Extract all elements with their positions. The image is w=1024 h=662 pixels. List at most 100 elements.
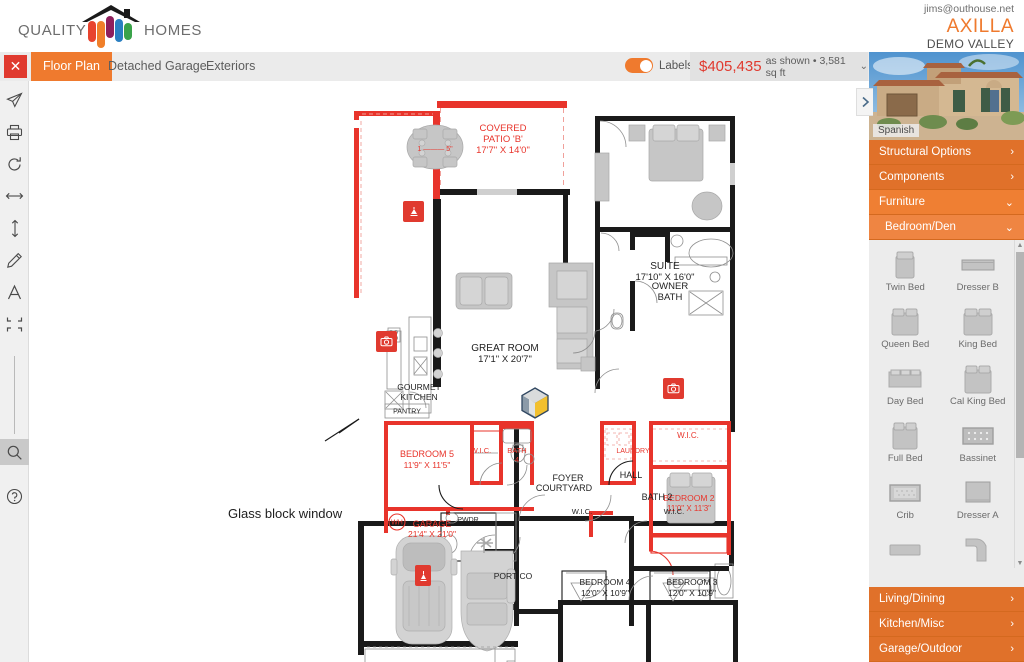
zoom-slider[interactable] (0, 351, 29, 439)
labels-toggle[interactable] (625, 58, 653, 73)
accordion-furniture[interactable]: Furniture ⌄ (869, 190, 1024, 215)
furniture-item-label: Bassinet (959, 453, 996, 464)
svg-text:4: 4 (515, 455, 519, 464)
furniture-item-bassinet[interactable]: Bassinet (942, 419, 1015, 476)
accordion-structural-options[interactable]: Structural Options › (869, 140, 1024, 165)
left-toolbar (0, 81, 29, 662)
svg-text:OWNER: OWNER (652, 281, 689, 292)
price-value: $405,435 (699, 58, 762, 75)
king-bed-thumb (962, 305, 994, 339)
svg-text:COURTYARD: COURTYARD (536, 483, 593, 493)
pencil-icon[interactable] (0, 247, 29, 273)
furniture-item-label: King Bed (958, 339, 998, 350)
furniture-item-twin-bed[interactable]: Twin Bed (869, 248, 942, 305)
bassinet-thumb (962, 419, 994, 453)
furniture-item-cal-king-bed[interactable]: Cal King Bed (942, 362, 1015, 419)
close-button[interactable]: ✕ (4, 55, 27, 78)
furniture-item-label: Full Bed (887, 453, 923, 464)
svg-text:BEDROOM 4: BEDROOM 4 (579, 577, 630, 587)
scroll-up-icon[interactable]: ▲ (1015, 240, 1024, 250)
furniture-grid-container: Twin Bed Dresser B Queen Bed King Bed Da… (869, 240, 1024, 568)
vertical-arrow-icon[interactable] (0, 215, 29, 241)
furniture-item-label: Day Bed (887, 396, 924, 407)
svg-text:GREAT ROOM: GREAT ROOM (471, 343, 538, 354)
furniture-scrollbar[interactable]: ▲ ▼ (1014, 240, 1024, 568)
chevron-down-icon: ⌄ (1004, 196, 1014, 209)
accordion-kitchen-misc[interactable]: Kitchen/Misc › (869, 612, 1024, 637)
furniture-item-label: Crib (896, 510, 914, 521)
magnifier-icon[interactable] (0, 439, 29, 465)
svg-text:17'1" X 20'7": 17'1" X 20'7" (478, 354, 532, 365)
crib-thumb (889, 476, 921, 510)
svg-text:BEDROOM 5: BEDROOM 5 (400, 449, 454, 459)
chevron-down-icon[interactable]: ⌄ (860, 61, 868, 72)
account-community-sub: DEMO VALLEY (926, 37, 1014, 51)
accordion-label: Bedroom/Den (885, 221, 956, 233)
print-icon[interactable] (0, 119, 29, 145)
desk-thumb (889, 533, 921, 567)
accordion-label: Living/Dining (879, 593, 945, 605)
svg-text:17'7" X 14'0": 17'7" X 14'0" (476, 145, 530, 156)
queen-bed-thumb (890, 305, 920, 339)
app-header: QUALITY HOMES jims@outhouse.net AXILLA D… (0, 0, 1024, 52)
tab-exteriors[interactable]: Exteriors (194, 52, 267, 81)
panel-collapse-toggle[interactable] (856, 88, 873, 116)
furniture-item-label: Queen Bed (881, 339, 930, 350)
furniture-item-label: Twin Bed (885, 282, 925, 293)
svg-text:PORTICO: PORTICO (494, 571, 533, 581)
elevation-style-label: Spanish (873, 124, 920, 137)
labels-toggle-label: Labels (659, 59, 693, 72)
chevron-right-icon: › (1010, 593, 1014, 605)
svg-text:PWDR.: PWDR. (457, 517, 480, 524)
account-community-name: AXILLA (946, 16, 1014, 37)
furniture-item-angled-desk[interactable]: Angled Desk (942, 533, 1015, 568)
text-icon[interactable] (0, 279, 29, 305)
dresser-a-thumb (964, 476, 992, 510)
chevron-right-icon: › (1010, 643, 1014, 655)
svg-text:PANTRY: PANTRY (393, 409, 421, 416)
help-icon[interactable] (0, 483, 29, 509)
collapse-icon[interactable] (0, 311, 29, 337)
furniture-item-full-bed[interactable]: Full Bed (869, 419, 942, 476)
scroll-down-icon[interactable]: ▼ (1015, 558, 1024, 568)
kitchen-camera-hotspot[interactable] (376, 331, 397, 352)
day-bed-thumb (888, 362, 922, 396)
furniture-item-crib[interactable]: Crib (869, 476, 942, 533)
3d-cube-icon[interactable] (518, 386, 552, 420)
furniture-item-dresser-a[interactable]: Dresser A (942, 476, 1015, 533)
accordion-garage-outdoor[interactable]: Garage/Outdoor › (869, 637, 1024, 662)
logo-text-homes: HOMES (144, 22, 203, 39)
garage-fixture-hotspot[interactable] (415, 565, 431, 586)
elevation-preview[interactable]: Spanish (869, 52, 1024, 140)
furniture-item-label: Angled Desk (951, 567, 1005, 568)
brand-logo[interactable]: QUALITY HOMES (18, 4, 201, 48)
price-summary[interactable]: $405,435 as shown • 3,581 sq ft ⌄ (690, 52, 868, 81)
horizontal-arrow-icon[interactable] (0, 183, 29, 209)
furniture-item-day-bed[interactable]: Day Bed (869, 362, 942, 419)
accordion-living-dining[interactable]: Living/Dining › (869, 587, 1024, 612)
dresser-b-thumb (961, 248, 995, 282)
scrollbar-thumb[interactable] (1016, 252, 1024, 458)
svg-text:KITCHEN: KITCHEN (400, 392, 437, 402)
annotation-glass-block-window[interactable]: Glass block window (228, 506, 342, 521)
redo-icon[interactable] (0, 151, 29, 177)
accordion-components[interactable]: Components › (869, 165, 1024, 190)
furniture-item-queen-bed[interactable]: Queen Bed (869, 305, 942, 362)
furniture-item-label: Dresser A (956, 510, 999, 521)
accordion-bedroom-den[interactable]: Bedroom/Den ⌄ (869, 215, 1024, 240)
send-icon[interactable] (0, 87, 29, 113)
cal-king-bed-thumb (963, 362, 993, 396)
svg-text:PATIO 'B': PATIO 'B' (483, 134, 523, 145)
svg-text:1 ——— 5": 1 ——— 5" (417, 146, 453, 153)
furniture-grid: Twin Bed Dresser B Queen Bed King Bed Da… (869, 240, 1014, 568)
furniture-item-label: Dresser B (956, 282, 999, 293)
svg-text:GARAGE: GARAGE (413, 519, 452, 529)
furniture-item-dresser-b[interactable]: Dresser B (942, 248, 1015, 305)
dining-fixture-hotspot[interactable] (403, 201, 424, 222)
owner-bath-camera-hotspot[interactable] (663, 378, 684, 399)
house-logo-icon (82, 5, 140, 48)
floorplan-canvas[interactable]: .wb { fill:#1a1a1a; } /* black wall */ .… (29, 81, 869, 662)
svg-text:W.I.C.: W.I.C. (677, 431, 699, 440)
furniture-item-king-bed[interactable]: King Bed (942, 305, 1015, 362)
furniture-item-desk[interactable]: Desk (869, 533, 942, 568)
